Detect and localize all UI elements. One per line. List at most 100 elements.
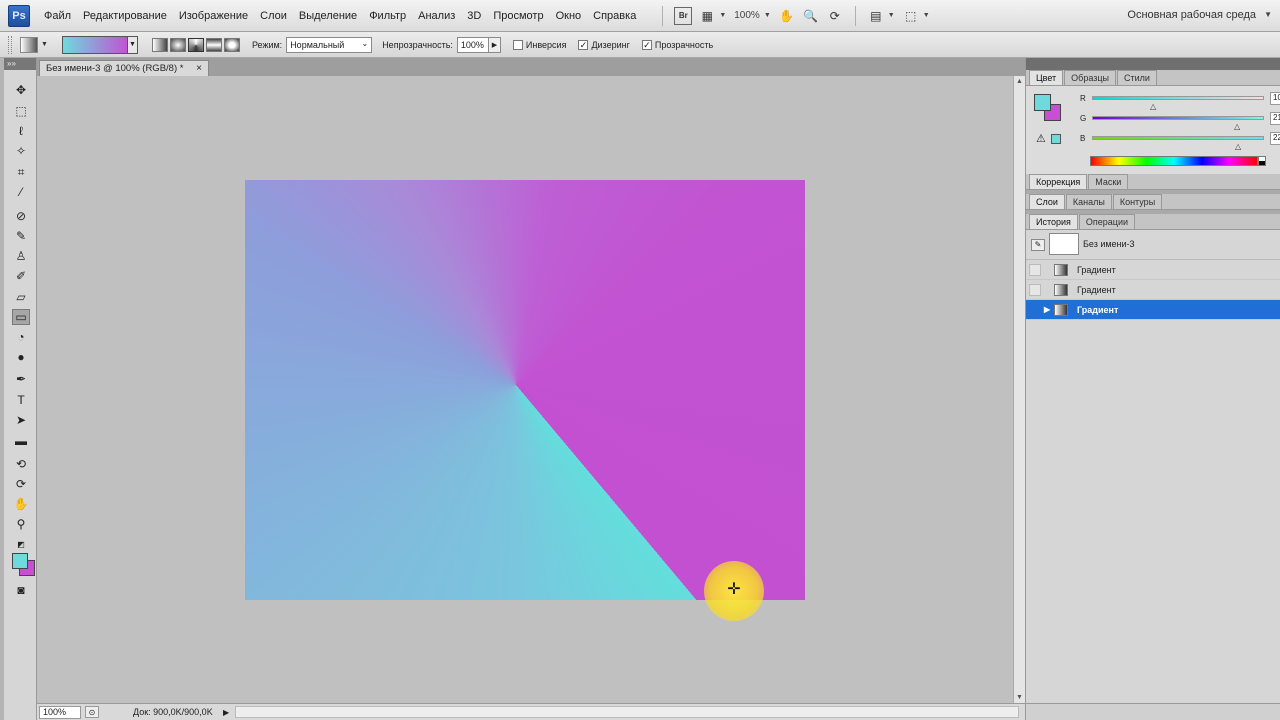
default-colors-icon[interactable]: ◩ — [12, 536, 30, 552]
tab-paths[interactable]: Контуры — [1112, 194, 1163, 209]
canvas-workspace[interactable] — [37, 76, 1013, 703]
hand-icon[interactable]: ✋ — [778, 7, 796, 25]
scroll-down-icon[interactable]: ▼ — [1016, 694, 1023, 701]
menu-select[interactable]: Выделение — [293, 10, 363, 22]
gamut-warning-icon[interactable]: ⚠ — [1036, 132, 1046, 145]
pen-tool-icon[interactable]: ✒ — [12, 371, 30, 387]
green-value-input[interactable]: 21 — [1270, 112, 1280, 125]
chevron-down-icon[interactable]: ▼ — [41, 41, 48, 48]
blue-value-input[interactable]: 22 — [1270, 132, 1280, 145]
history-brush-source-icon[interactable]: ✎ — [1031, 239, 1045, 251]
chevron-down-icon[interactable]: ▼ — [1264, 10, 1272, 19]
crop-tool-icon[interactable]: ⌗ — [12, 164, 30, 180]
color-panel-foreground-swatch[interactable] — [1034, 94, 1051, 111]
tab-history[interactable]: История — [1029, 214, 1078, 229]
screen-mode-icon[interactable]: ⬚ — [902, 7, 920, 25]
tab-channels[interactable]: Каналы — [1065, 194, 1112, 209]
move-tool-icon[interactable]: ✥ — [12, 82, 30, 98]
menu-3d[interactable]: 3D — [461, 10, 487, 22]
history-source-box[interactable] — [1029, 304, 1041, 316]
black-white-swatches[interactable] — [1258, 156, 1266, 166]
history-state[interactable]: Градиент — [1026, 260, 1280, 280]
red-slider-track[interactable] — [1092, 96, 1264, 100]
menu-help[interactable]: Справка — [587, 10, 642, 22]
tab-actions[interactable]: Операции — [1078, 214, 1136, 229]
workspace-switcher[interactable]: Основная рабочая среда — [1127, 9, 1256, 21]
menu-layers[interactable]: Слои — [254, 10, 293, 22]
checkbox-checked[interactable]: ✓ — [578, 39, 589, 50]
tool-preset-icon[interactable] — [20, 36, 38, 53]
spot-healing-tool-icon[interactable]: ⊘ — [12, 208, 30, 224]
menu-file[interactable]: Файл — [38, 10, 77, 22]
3d-rotate-tool-icon[interactable]: ⟲ — [12, 456, 30, 472]
chevron-down-icon[interactable]: ▼ — [719, 12, 726, 19]
tab-masks[interactable]: Маски — [1088, 174, 1129, 189]
status-info-icon[interactable]: ⊙ — [85, 706, 99, 718]
tab-swatches[interactable]: Образцы — [1064, 70, 1116, 85]
horizontal-scrollbar[interactable] — [235, 706, 1019, 718]
clone-stamp-tool-icon[interactable]: ♙ — [12, 248, 30, 264]
3d-orbit-tool-icon[interactable]: ⟳ — [12, 476, 30, 492]
reflected-gradient-icon[interactable] — [205, 37, 222, 52]
lasso-tool-icon[interactable]: ℓ — [12, 123, 30, 139]
chevron-down-icon[interactable]: ▼ — [764, 12, 771, 19]
dodge-tool-icon[interactable]: ● — [12, 349, 30, 365]
history-state-current[interactable]: ▶ Градиент — [1026, 300, 1280, 320]
gradient-picker-dropdown[interactable]: ▼ — [127, 35, 138, 54]
chevron-down-icon[interactable]: ▼ — [888, 12, 895, 19]
checkbox-checked[interactable]: ✓ — [641, 39, 652, 50]
rotate-view-icon[interactable]: ⟳ — [826, 7, 844, 25]
tab-styles[interactable]: Стили — [1117, 70, 1157, 85]
tools-panel-header[interactable]: »» — [4, 58, 36, 70]
zoom-tool-icon[interactable]: ⚲ — [12, 516, 30, 532]
menu-view[interactable]: Просмотр — [487, 10, 549, 22]
history-brush-tool-icon[interactable]: ✐ — [12, 268, 30, 284]
menu-filter[interactable]: Фильтр — [363, 10, 412, 22]
radial-gradient-icon[interactable] — [169, 37, 186, 52]
linear-gradient-icon[interactable] — [151, 37, 168, 52]
brush-tool-icon[interactable]: ✎ — [12, 228, 30, 244]
tab-adjustments[interactable]: Коррекция — [1029, 174, 1088, 189]
slider-thumb-icon[interactable]: △ — [1234, 122, 1240, 131]
slider-thumb-icon[interactable]: △ — [1235, 142, 1241, 151]
dither-checkbox[interactable]: ✓ Дизеринг — [578, 39, 630, 50]
gamut-correction-swatch[interactable] — [1051, 134, 1061, 144]
diamond-gradient-icon[interactable] — [223, 37, 240, 52]
slider-thumb-icon[interactable]: △ — [1150, 102, 1156, 111]
menu-window[interactable]: Окно — [550, 10, 588, 22]
quick-mask-icon[interactable]: ◙ — [12, 582, 30, 598]
zoom-icon[interactable]: 🔍 — [802, 7, 820, 25]
zoom-level[interactable]: 100% — [734, 10, 760, 21]
status-zoom-input[interactable]: 100% — [39, 705, 81, 719]
path-selection-tool-icon[interactable]: ➤ — [12, 412, 30, 428]
panel-dock-header[interactable] — [1026, 58, 1280, 70]
menu-image[interactable]: Изображение — [173, 10, 254, 22]
marquee-tool-icon[interactable]: ⬚ — [12, 103, 30, 119]
magic-wand-tool-icon[interactable]: ✧ — [12, 143, 30, 159]
hand-tool-icon[interactable]: ✋ — [12, 496, 30, 512]
opacity-slider-arrow[interactable]: ▶ — [488, 36, 501, 53]
arrange-documents-icon[interactable]: ▤ — [867, 7, 885, 25]
vertical-scrollbar[interactable]: ▲ ▼ — [1013, 76, 1025, 703]
blur-tool-icon[interactable]: ◔ — [12, 329, 30, 345]
opacity-input[interactable]: 100% — [456, 36, 489, 53]
type-tool-icon[interactable]: T — [12, 392, 30, 408]
scroll-up-icon[interactable]: ▲ — [1016, 78, 1023, 85]
inverse-checkbox[interactable]: Инверсия — [512, 39, 566, 50]
history-state[interactable]: Градиент — [1026, 280, 1280, 300]
history-snapshot[interactable]: ✎ Без имени-3 — [1026, 230, 1280, 260]
document-tab[interactable]: Без имени-3 @ 100% (RGB/8) * × — [39, 60, 209, 76]
blend-mode-select[interactable]: Нормальный ⌄ — [286, 36, 373, 53]
red-value-input[interactable]: 10 — [1270, 92, 1280, 105]
green-slider-track[interactable] — [1092, 116, 1264, 120]
grip-handle[interactable] — [8, 35, 12, 54]
gradient-tool-icon[interactable]: ▭ — [12, 309, 30, 325]
view-extras-icon[interactable]: ▦ — [698, 7, 716, 25]
close-icon[interactable]: × — [196, 63, 202, 74]
menu-edit[interactable]: Редактирование — [77, 10, 173, 22]
foreground-color-swatch[interactable] — [12, 553, 28, 569]
tab-layers[interactable]: Слои — [1029, 194, 1065, 209]
shape-tool-icon[interactable]: ▬ — [12, 433, 30, 449]
gradient-editor-swatch[interactable] — [61, 35, 128, 54]
eraser-tool-icon[interactable]: ▱ — [12, 289, 30, 305]
